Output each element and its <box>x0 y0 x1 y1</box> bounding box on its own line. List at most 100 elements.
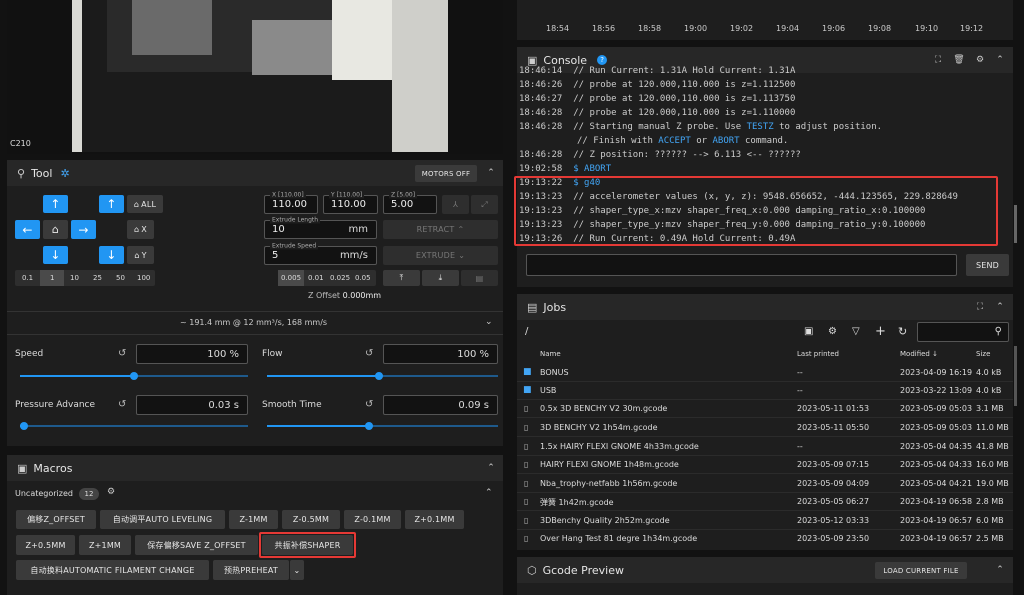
flow-slider-knob[interactable] <box>375 372 383 380</box>
refresh-icon[interactable]: ↻ <box>898 325 907 338</box>
gear-icon[interactable]: ⚙ <box>973 53 987 67</box>
macro-filament-change-button[interactable]: 自动换料AUTOMATIC FILAMENT CHANGE <box>16 560 209 580</box>
table-row[interactable]: ▯ Nba_trophy-netfabb 1h56m.gcode 2023-05-0… <box>517 475 1013 493</box>
add-icon[interactable]: + <box>875 324 886 339</box>
table-row[interactable]: ■ BONUS -- 2023-04-09 16:19 4.0 kB <box>517 364 1013 382</box>
speed-slider[interactable] <box>20 372 248 380</box>
z-position-field[interactable]: Z [5.00] 5.00 <box>383 191 437 214</box>
console-scrollbar[interactable] <box>1014 205 1017 243</box>
macro-save-z-offset-button[interactable]: 保存偏移SAVE Z_OFFSET <box>135 535 258 555</box>
jog-x-plus-button[interactable]: → <box>71 220 96 239</box>
table-row[interactable]: ▯ 0.5x 3D BENCHY V2 30m.gcode 2023-05-11 0… <box>517 400 1013 418</box>
step-100[interactable]: 100 <box>137 274 150 282</box>
extrude-length-field[interactable]: Extrude Length 10 mm <box>264 216 377 239</box>
macro-auto-leveling-button[interactable]: 自动调平AUTO LEVELING <box>100 510 225 529</box>
macro-z-plus-1-button[interactable]: Z+1MM <box>79 535 131 555</box>
x-position-field[interactable]: X [110.00] 110.00 <box>264 191 318 214</box>
collapse-icon[interactable]: ⌃ <box>993 563 1007 577</box>
extrude-speed-field[interactable]: Extrude Speed 5 mm/s <box>264 242 377 265</box>
jog-z-plus-button[interactable]: ↑ <box>99 195 124 213</box>
macro-z-plus-01-button[interactable]: Z+0.1MM <box>405 510 464 529</box>
step-1[interactable]: 1 <box>50 274 54 282</box>
z-tilt-button[interactable]: ⅄ <box>442 195 469 214</box>
flow-field[interactable]: 100 % <box>383 344 498 364</box>
reset-icon[interactable]: ↺ <box>365 348 373 359</box>
motors-off-button[interactable]: MOTORS OFF <box>415 165 477 182</box>
table-row[interactable]: ▯ HAIRY FLEXI GNOME 1h48m.gcode 2023-05-09… <box>517 456 1013 474</box>
home-y-button[interactable]: ⌂ Y <box>127 246 154 264</box>
macro-z-minus-05-button[interactable]: Z-0.5MM <box>282 510 340 529</box>
col-modified[interactable]: Modified ↓ <box>900 350 938 358</box>
flow-slider[interactable] <box>267 372 498 380</box>
home-x-button[interactable]: ⌂ X <box>127 220 154 239</box>
settings-icon[interactable]: ⚙ <box>828 326 837 337</box>
smooth-time-slider-knob[interactable] <box>365 422 373 430</box>
network-icon[interactable]: ✲ <box>60 167 69 180</box>
col-size[interactable]: Size <box>976 350 990 358</box>
z-step-0.01[interactable]: 0.01 <box>308 274 324 282</box>
z-step-0.005[interactable]: 0.005 <box>281 274 301 282</box>
trash-icon[interactable]: 🗑 <box>952 53 966 67</box>
fullscreen-icon[interactable]: ⛶ <box>931 53 945 67</box>
pressure-advance-slider[interactable] <box>20 422 248 430</box>
pressure-advance-field[interactable]: 0.03 s <box>136 395 248 415</box>
expand-icon[interactable]: ⌄ <box>485 317 493 327</box>
table-row[interactable]: ■ USB -- 2023-03-22 13:09 4.0 kB <box>517 382 1013 400</box>
pressure-advance-slider-knob[interactable] <box>20 422 28 430</box>
smooth-time-field[interactable]: 0.09 s <box>383 395 498 415</box>
gear-icon[interactable]: ⚙ <box>107 487 115 497</box>
table-row[interactable]: ▯ 1.5x HAIRY FLEXI GNOME 4h33m.gcode -- 202… <box>517 438 1013 456</box>
jog-y-minus-button[interactable]: ↓ <box>43 246 68 264</box>
table-row[interactable]: ▯ 弹簧 1h42m.gcode 2023-05-05 06:27 2023-04-1… <box>517 493 1013 511</box>
speed-slider-knob[interactable] <box>130 372 138 380</box>
jobs-scrollbar[interactable] <box>1014 346 1017 406</box>
save-offset-button[interactable]: ▤ <box>461 270 498 286</box>
retract-button[interactable]: RETRACT ⌃ <box>383 220 498 239</box>
preheat-dropdown-button[interactable]: ⌄ <box>290 560 304 580</box>
macro-z-minus-01-button[interactable]: Z-0.1MM <box>344 510 401 529</box>
qgl-button[interactable]: ⤢ <box>471 195 498 214</box>
col-last-printed[interactable]: Last printed <box>797 350 839 358</box>
reset-icon[interactable]: ↺ <box>118 399 126 410</box>
step-0.1[interactable]: 0.1 <box>22 274 33 282</box>
reset-icon[interactable]: ↺ <box>365 399 373 410</box>
z-step-0.025[interactable]: 0.025 <box>330 274 350 282</box>
command-link[interactable]: ABORT <box>712 136 739 146</box>
y-position-field[interactable]: Y [110.00] 110.00 <box>323 191 378 214</box>
macro-z-offset-button[interactable]: 偏移Z_OFFSET <box>16 510 96 529</box>
filter-icon[interactable]: ▽ <box>852 326 860 337</box>
z-offset-down-button[interactable]: ⤓ <box>422 270 459 286</box>
table-row[interactable]: ▯ 3DBenchy Quality 2h52m.gcode 2023-05-12 … <box>517 512 1013 530</box>
fullscreen-icon[interactable]: ⛶ <box>973 300 987 314</box>
jobs-search-input[interactable]: ⚲ <box>917 322 1009 342</box>
col-name[interactable]: Name <box>540 350 561 358</box>
z-step-0.05[interactable]: 0.05 <box>355 274 371 282</box>
step-50[interactable]: 50 <box>116 274 125 282</box>
image-icon[interactable]: ▣ <box>804 326 813 337</box>
collapse-icon[interactable]: ⌃ <box>993 53 1007 67</box>
table-row[interactable]: ▯ Over Hang Test 81 degre 1h34m.gcode 2023… <box>517 530 1013 548</box>
jog-z-minus-button[interactable]: ↓ <box>99 246 124 264</box>
command-link[interactable]: TESTZ <box>747 122 774 132</box>
z-offset-up-button[interactable]: ⤒ <box>383 270 420 286</box>
command-link[interactable]: ACCEPT <box>658 136 691 146</box>
macro-preheat-button[interactable]: 预热PREHEAT <box>213 560 289 580</box>
smooth-time-slider[interactable] <box>267 422 498 430</box>
collapse-icon[interactable]: ⌃ <box>993 300 1007 314</box>
step-25[interactable]: 25 <box>93 274 102 282</box>
table-row[interactable]: ▯ 3D BENCHY V2 1h54m.gcode 2023-05-11 05:5… <box>517 419 1013 437</box>
jog-y-plus-button[interactable]: ↑ <box>43 195 68 213</box>
collapse-icon[interactable]: ⌃ <box>484 166 498 180</box>
macro-z-plus-05-button[interactable]: Z+0.5MM <box>16 535 75 555</box>
extrude-button[interactable]: EXTRUDE ⌄ <box>383 246 498 265</box>
jog-x-minus-button[interactable]: ← <box>15 220 40 239</box>
home-all-button[interactable]: ⌂ ALL <box>127 195 163 213</box>
step-10[interactable]: 10 <box>70 274 79 282</box>
send-button[interactable]: SEND <box>966 254 1009 276</box>
collapse-icon[interactable]: ⌃ <box>484 461 498 475</box>
console-input[interactable] <box>526 254 957 276</box>
help-icon[interactable]: ? <box>597 55 608 65</box>
macro-z-minus-1-button[interactable]: Z-1MM <box>229 510 278 529</box>
speed-field[interactable]: 100 % <box>136 344 248 364</box>
home-xy-button[interactable]: ⌂ <box>43 220 68 239</box>
